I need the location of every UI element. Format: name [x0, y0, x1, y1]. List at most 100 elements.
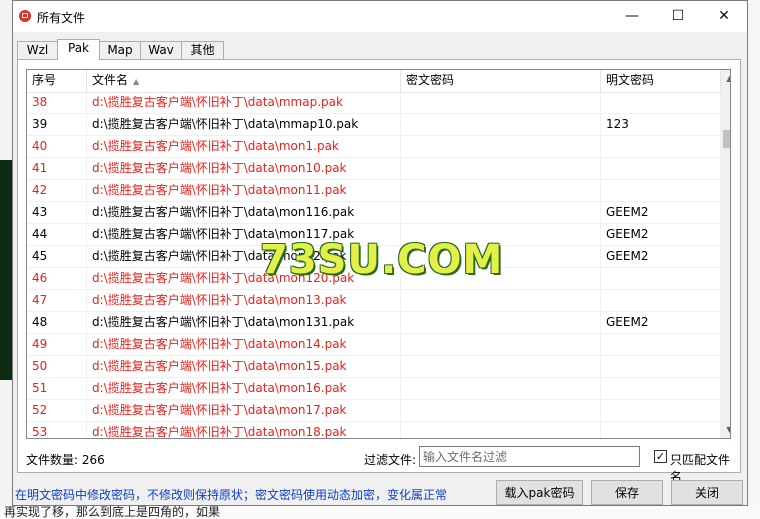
table-row[interactable]: 39 d:\揽胜复古客户端\怀旧补丁\data\mmap10.pak 123 [27, 114, 721, 136]
cell-file: d:\揽胜复古客户端\怀旧补丁\data\mon117.pak [87, 224, 401, 245]
column-header-index[interactable]: 序号 [27, 70, 87, 92]
table-row[interactable]: 53 d:\揽胜复古客户端\怀旧补丁\data\mon18.pak [27, 422, 721, 438]
cell-no: 53 [27, 422, 87, 438]
cell-plain[interactable] [601, 92, 721, 113]
app-icon [19, 10, 31, 22]
cell-cipher [401, 378, 601, 399]
cell-file: d:\揽胜复古客户端\怀旧补丁\data\mon12.pak [87, 246, 401, 267]
cell-plain[interactable] [601, 290, 721, 311]
maximize-button[interactable]: ☐ [655, 1, 701, 32]
match-filename-only-checkbox[interactable]: ✓ [654, 450, 667, 463]
close-window-button[interactable]: ✕ [701, 1, 747, 32]
all-files-dialog: 所有文件 — ☐ ✕ Wzl Pak Map Wav 其他 序号 文件名 ▲ 密文… [12, 0, 748, 506]
cell-plain[interactable] [601, 422, 721, 438]
cell-cipher [401, 400, 601, 421]
table-row[interactable]: 44 d:\揽胜复古客户端\怀旧补丁\data\mon117.pak GEEM2 [27, 224, 721, 246]
table-row[interactable]: 48 d:\揽胜复古客户端\怀旧补丁\data\mon131.pak GEEM2 [27, 312, 721, 334]
cell-plain[interactable]: GEEM2 [601, 312, 721, 333]
filter-input[interactable] [419, 446, 640, 467]
cell-file: d:\揽胜复古客户端\怀旧补丁\data\mon10.pak [87, 158, 401, 179]
cell-no: 51 [27, 378, 87, 399]
cell-no: 46 [27, 268, 87, 289]
cell-file: d:\揽胜复古客户端\怀旧补丁\data\mmap.pak [87, 92, 401, 113]
filter-label: 过滤文件: [364, 453, 417, 467]
close-button[interactable]: 关闭 [671, 480, 743, 505]
sort-ascending-icon: ▲ [133, 77, 140, 86]
cell-plain[interactable]: GEEM2 [601, 202, 721, 223]
file-list[interactable]: 序号 文件名 ▲ 密文密码 明文密码 38 d:\揽胜复古客户端\怀旧补丁\data… [26, 69, 731, 439]
cell-file: d:\揽胜复古客户端\怀旧补丁\data\mon17.pak [87, 400, 401, 421]
tab-wav[interactable]: Wav [140, 41, 182, 59]
cell-no: 38 [27, 92, 87, 113]
cell-cipher [401, 158, 601, 179]
cell-cipher [401, 246, 601, 267]
cell-plain[interactable]: GEEM2 [601, 224, 721, 245]
table-row[interactable]: 40 d:\揽胜复古客户端\怀旧补丁\data\mon1.pak [27, 136, 721, 158]
cell-cipher [401, 422, 601, 438]
cell-file: d:\揽胜复古客户端\怀旧补丁\data\mon18.pak [87, 422, 401, 438]
cell-file: d:\揽胜复古客户端\怀旧补丁\data\mon14.pak [87, 334, 401, 355]
cell-plain[interactable] [601, 180, 721, 201]
table-row[interactable]: 52 d:\揽胜复古客户端\怀旧补丁\data\mon17.pak [27, 400, 721, 422]
table-row[interactable]: 50 d:\揽胜复古客户端\怀旧补丁\data\mon15.pak [27, 356, 721, 378]
column-header-plain-password[interactable]: 明文密码 [601, 70, 721, 92]
scroll-up-icon[interactable]: ▲ [721, 70, 730, 87]
cell-plain[interactable]: 123 [601, 114, 721, 135]
cell-cipher [401, 334, 601, 355]
cell-file: d:\揽胜复古客户端\怀旧补丁\data\mon13.pak [87, 290, 401, 311]
cell-plain[interactable] [601, 158, 721, 179]
cell-plain[interactable] [601, 378, 721, 399]
cell-plain[interactable] [601, 136, 721, 157]
table-row[interactable]: 46 d:\揽胜复古客户端\怀旧补丁\data\mon120.pak [27, 268, 721, 290]
cell-no: 44 [27, 224, 87, 245]
cell-no: 47 [27, 290, 87, 311]
cell-file: d:\揽胜复古客户端\怀旧补丁\data\mon11.pak [87, 180, 401, 201]
cell-file: d:\揽胜复古客户端\怀旧补丁\data\mon15.pak [87, 356, 401, 377]
cell-no: 48 [27, 312, 87, 333]
cell-no: 43 [27, 202, 87, 223]
cell-cipher [401, 180, 601, 201]
cell-cipher [401, 356, 601, 377]
table-row[interactable]: 42 d:\揽胜复古客户端\怀旧补丁\data\mon11.pak [27, 180, 721, 202]
vertical-scrollbar[interactable]: ▲ ▼ [721, 70, 730, 438]
table-row[interactable]: 51 d:\揽胜复古客户端\怀旧补丁\data\mon16.pak [27, 378, 721, 400]
cell-no: 39 [27, 114, 87, 135]
load-pak-password-button[interactable]: 载入pak密码 [496, 480, 583, 505]
cell-cipher [401, 92, 601, 113]
cell-plain[interactable] [601, 400, 721, 421]
cell-cipher [401, 290, 601, 311]
tab-map[interactable]: Map [99, 41, 141, 59]
cell-file: d:\揽胜复古客户端\怀旧补丁\data\mon16.pak [87, 378, 401, 399]
cell-plain[interactable] [601, 356, 721, 377]
cell-plain[interactable] [601, 334, 721, 355]
table-row[interactable]: 49 d:\揽胜复古客户端\怀旧补丁\data\mon14.pak [27, 334, 721, 356]
cell-no: 52 [27, 400, 87, 421]
cell-no: 45 [27, 246, 87, 267]
cell-file: d:\揽胜复古客户端\怀旧补丁\data\mon120.pak [87, 268, 401, 289]
cell-file: d:\揽胜复古客户端\怀旧补丁\data\mon1.pak [87, 136, 401, 157]
column-header-filename[interactable]: 文件名 ▲ [87, 70, 401, 92]
table-row[interactable]: 43 d:\揽胜复古客户端\怀旧补丁\data\mon116.pak GEEM2 [27, 202, 721, 224]
cell-cipher [401, 114, 601, 135]
cell-cipher [401, 202, 601, 223]
save-button[interactable]: 保存 [591, 480, 663, 505]
table-row[interactable]: 41 d:\揽胜复古客户端\怀旧补丁\data\mon10.pak [27, 158, 721, 180]
tab-wzl[interactable]: Wzl [17, 41, 58, 59]
cell-cipher [401, 312, 601, 333]
tab-other[interactable]: 其他 [181, 41, 224, 59]
cell-plain[interactable] [601, 268, 721, 289]
tab-pak[interactable]: Pak [57, 39, 100, 60]
scroll-thumb[interactable] [723, 130, 730, 148]
table-row[interactable]: 38 d:\揽胜复古客户端\怀旧补丁\data\mmap.pak [27, 92, 721, 114]
minimize-button[interactable]: — [609, 1, 655, 32]
column-header-cipher-password[interactable]: 密文密码 [401, 70, 601, 92]
cell-no: 41 [27, 158, 87, 179]
cell-no: 40 [27, 136, 87, 157]
pak-tab-panel: 序号 文件名 ▲ 密文密码 明文密码 38 d:\揽胜复古客户端\怀旧补丁\data… [17, 59, 741, 484]
background-text-bottom: 再实现了移，那么到底上是四角的，如果 [0, 505, 760, 519]
table-row[interactable]: 47 d:\揽胜复古客户端\怀旧补丁\data\mon13.pak [27, 290, 721, 312]
list-header: 序号 文件名 ▲ 密文密码 明文密码 [27, 70, 721, 93]
scroll-down-icon[interactable]: ▼ [721, 421, 730, 438]
cell-plain[interactable]: GEEM2 [601, 246, 721, 267]
table-row[interactable]: 45 d:\揽胜复古客户端\怀旧补丁\data\mon12.pak GEEM2 [27, 246, 721, 268]
